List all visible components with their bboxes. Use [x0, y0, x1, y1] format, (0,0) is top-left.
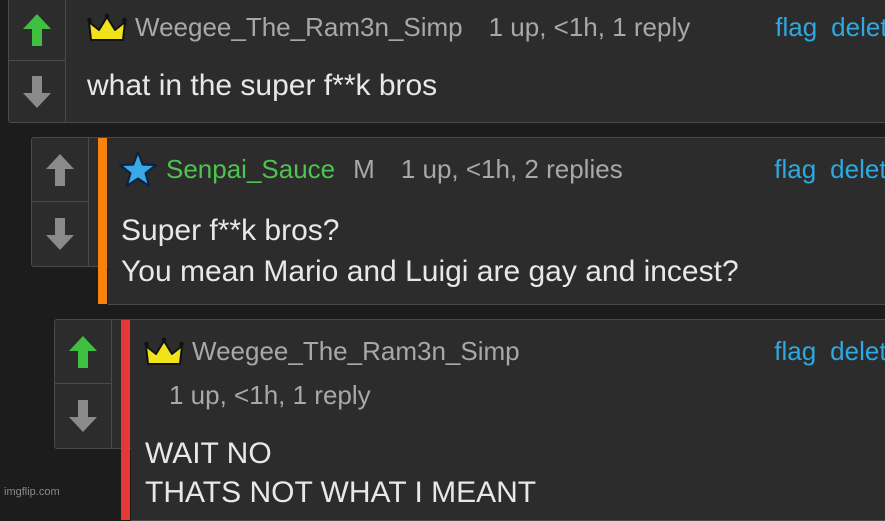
- comment: Weegee_The_Ram3n_Simp 1 up, <1h, 1 reply…: [8, 0, 885, 123]
- downvote-button[interactable]: [9, 61, 65, 122]
- star-icon: [118, 150, 158, 188]
- arrow-up-icon: [46, 153, 74, 186]
- arrow-down-icon: [69, 400, 97, 432]
- reply-body: Senpai_Sauce M 1 up, <1h, 2 replies flag…: [108, 137, 885, 305]
- crown-icon: [87, 13, 127, 43]
- reply-body: Weegee_The_Ram3n_Simp flag delete 1 up, …: [131, 319, 885, 521]
- comment-text-line: Super f**k bros?: [121, 214, 340, 247]
- comment-text-line: You mean Mario and Luigi are gay and inc…: [121, 255, 739, 288]
- comment-meta: 1 up, <1h, 1 reply: [488, 12, 691, 42]
- flag-link[interactable]: flag: [775, 12, 817, 43]
- comment-actions: flag delete: [760, 336, 885, 367]
- flag-link[interactable]: flag: [774, 154, 816, 185]
- vote-column: [9, 0, 66, 122]
- comment-text: what in the super f**k bros: [87, 69, 438, 102]
- vote-column: [55, 320, 112, 448]
- downvote-button[interactable]: [55, 384, 111, 448]
- username-link[interactable]: Senpai_Sauce: [166, 154, 335, 185]
- delete-link[interactable]: delete: [830, 154, 885, 185]
- upvote-button[interactable]: [55, 320, 111, 384]
- comment-meta: 1 up, <1h, 1 reply: [169, 380, 371, 410]
- arrow-up-icon: [69, 335, 97, 368]
- comment-meta: 1 up, <1h, 2 replies: [400, 153, 623, 184]
- vote-column: [32, 138, 89, 266]
- crown-icon: [144, 337, 184, 367]
- username-link[interactable]: Weegee_The_Ram3n_Simp: [192, 336, 520, 367]
- upvote-button[interactable]: [9, 0, 65, 61]
- arrow-up-icon: [23, 13, 51, 46]
- comment-text-line: WAIT NO: [145, 437, 272, 470]
- arrow-down-icon: [46, 218, 74, 250]
- delete-link[interactable]: delete: [831, 12, 885, 43]
- comment-actions: flag delete: [761, 12, 885, 43]
- username-link[interactable]: Weegee_The_Ram3n_Simp: [135, 12, 463, 43]
- arrow-down-icon: [23, 75, 51, 108]
- thread-indent-bar: [121, 320, 130, 520]
- mod-badge: M: [353, 153, 375, 184]
- comment-header: Weegee_The_Ram3n_Simp: [144, 336, 520, 367]
- downvote-button[interactable]: [32, 202, 88, 266]
- comment-header: Weegee_The_Ram3n_Simp 1 up, <1h, 1 reply: [87, 12, 690, 43]
- upvote-button[interactable]: [32, 138, 88, 202]
- thread-indent-bar: [98, 138, 107, 304]
- comment-header: Senpai_Sauce M 1 up, <1h, 2 replies: [118, 150, 623, 188]
- flag-link[interactable]: flag: [774, 336, 816, 367]
- comment-actions: flag delete: [760, 154, 885, 185]
- watermark: imgflip.com: [4, 486, 60, 498]
- comment-text-line: THATS NOT WHAT I MEANT: [145, 476, 537, 509]
- delete-link[interactable]: delete: [830, 336, 885, 367]
